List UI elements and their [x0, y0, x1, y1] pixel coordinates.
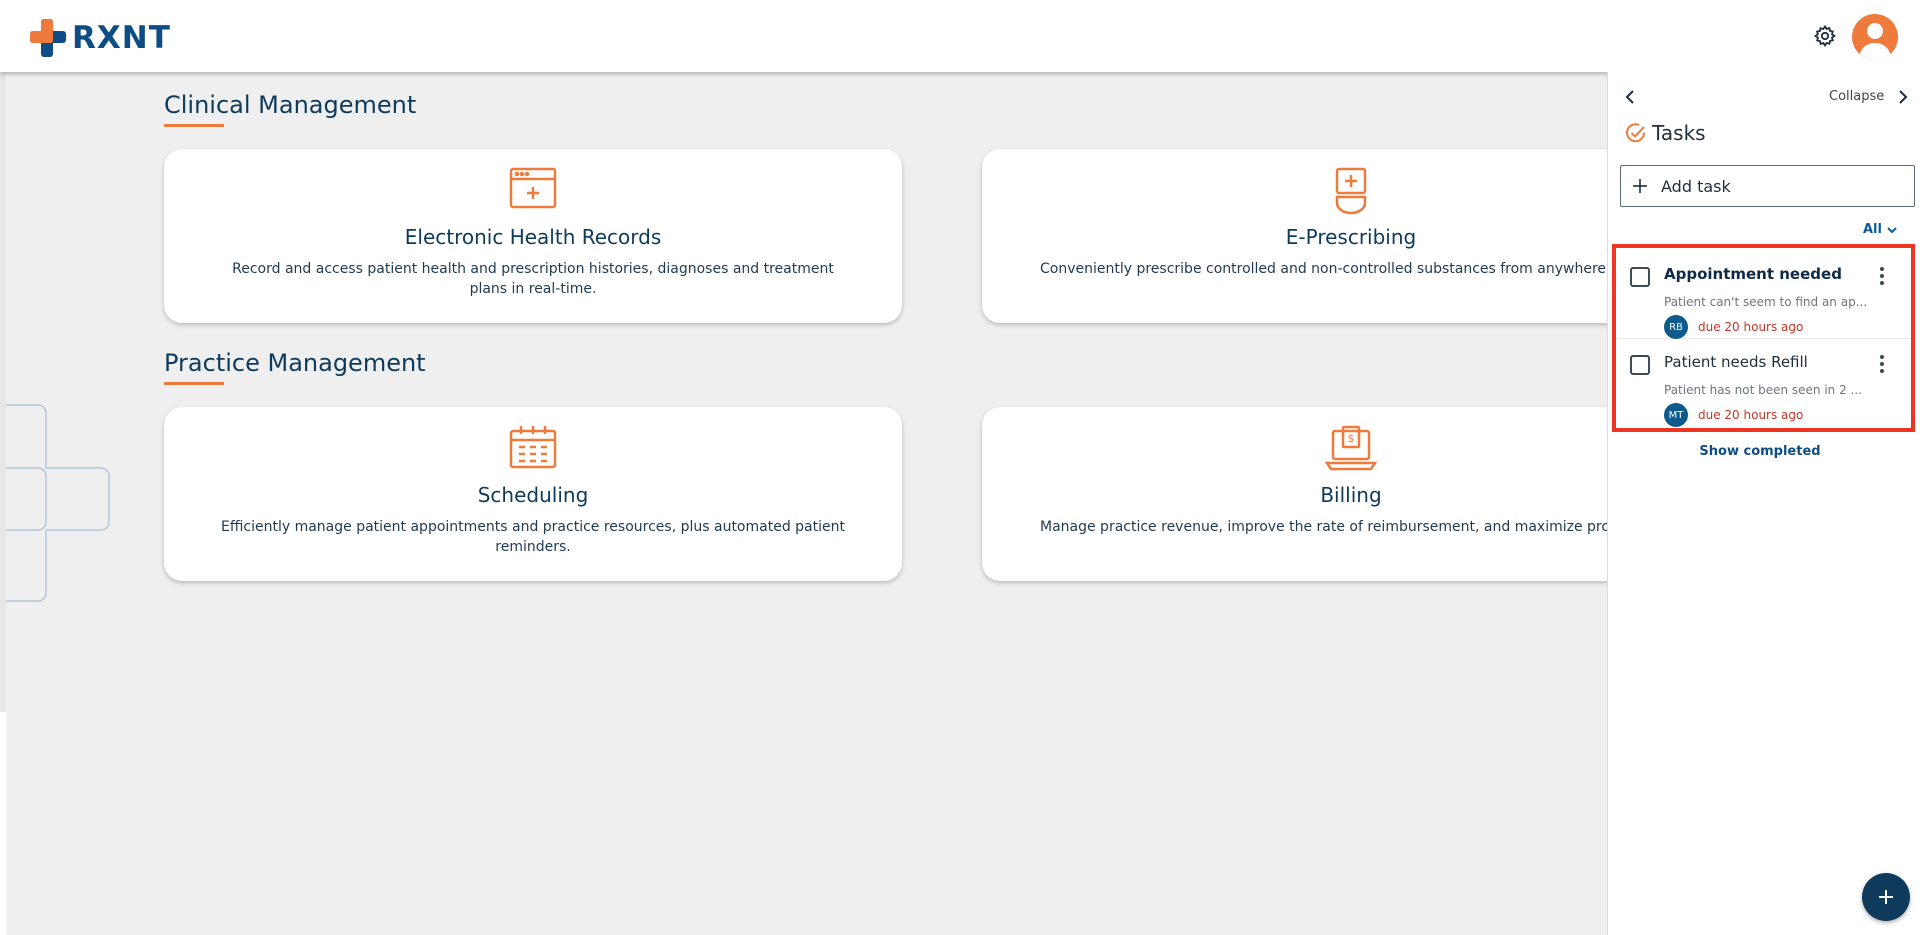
card-electronic-health-records[interactable]: Electronic Health Records Record and acc… [164, 149, 902, 323]
plus-icon [1879, 890, 1893, 904]
card-e-prescribing[interactable]: E-Prescribing Conveniently prescribe con… [982, 149, 1607, 323]
section-title-practice: Practice Management [164, 349, 426, 377]
task-checkbox[interactable] [1630, 355, 1650, 375]
svg-text:$: $ [1348, 432, 1355, 445]
show-completed-link[interactable]: Show completed [1608, 444, 1912, 459]
card-title: Scheduling [477, 483, 589, 507]
top-header: RXNT [0, 0, 1924, 72]
calendar-icon [509, 426, 557, 469]
task-due: due 20 hours ago [1698, 320, 1804, 334]
laptop-billing-icon: $ [1325, 425, 1377, 471]
gear-icon[interactable] [1813, 24, 1837, 48]
card-billing[interactable]: $ Billing Manage practice revenue, impro… [982, 407, 1607, 581]
card-description: Conveniently prescribe controlled and no… [1040, 261, 1607, 277]
section-title-clinical: Clinical Management [164, 91, 417, 119]
task-item[interactable]: Patient needs Refill Patient has not bee… [1618, 339, 1912, 427]
add-task-label: Add task [1661, 176, 1731, 196]
rxnt-cross-icon [30, 19, 66, 57]
user-avatar[interactable] [1852, 14, 1898, 60]
add-fab-button[interactable] [1862, 873, 1910, 921]
plus-icon [1633, 179, 1647, 193]
card-title: Electronic Health Records [404, 225, 662, 249]
card-title: E-Prescribing [1285, 225, 1417, 249]
task-filter-dropdown[interactable]: All [1863, 222, 1898, 237]
rxnt-logo[interactable]: RXNT [30, 18, 171, 58]
task-subtitle: Patient has not been seen in 2 ... [1664, 383, 1862, 397]
add-task-button[interactable]: Add task [1620, 165, 1915, 207]
more-vertical-icon[interactable] [1874, 265, 1890, 287]
chevron-left-icon[interactable] [1622, 88, 1640, 106]
card-title: Billing [1320, 483, 1382, 507]
more-vertical-icon[interactable] [1874, 353, 1890, 375]
task-item[interactable]: Appointment needed Patient can't seem to… [1618, 251, 1912, 339]
section-underline [164, 382, 224, 385]
card-description: Record and access patient health and pre… [232, 261, 834, 297]
task-title: Patient needs Refill [1664, 353, 1808, 371]
logo-text: RXNT [72, 20, 171, 56]
task-check-icon [1626, 123, 1646, 143]
collapse-label[interactable]: Collapse [1829, 89, 1884, 104]
tasks-panel: Collapse Tasks Add task All Appointment … [1607, 72, 1924, 935]
ehr-browser-icon [509, 167, 557, 209]
chevron-down-icon [1887, 226, 1897, 233]
assignee-avatar: MT [1664, 403, 1688, 427]
card-description: Manage practice revenue, improve the rat… [1040, 519, 1607, 535]
card-description: Efficiently manage patient appointments … [221, 519, 845, 555]
tasks-title: Tasks [1652, 121, 1706, 145]
chevron-right-icon[interactable] [1893, 88, 1911, 106]
task-due: due 20 hours ago [1698, 408, 1804, 422]
user-avatar-icon [1859, 23, 1891, 60]
main-content: Clinical Management Electronic Health Re… [6, 72, 1607, 935]
filter-label: All [1863, 222, 1882, 237]
section-underline [164, 124, 224, 127]
task-title: Appointment needed [1664, 265, 1842, 283]
card-scheduling[interactable]: Scheduling Efficiently manage patient ap… [164, 407, 902, 581]
decorative-cross-outline [6, 404, 110, 602]
pill-bottle-icon [1335, 167, 1367, 215]
task-checkbox[interactable] [1630, 267, 1650, 287]
task-subtitle: Patient can't seem to find an ap... [1664, 295, 1868, 309]
assignee-avatar: RB [1664, 315, 1688, 339]
